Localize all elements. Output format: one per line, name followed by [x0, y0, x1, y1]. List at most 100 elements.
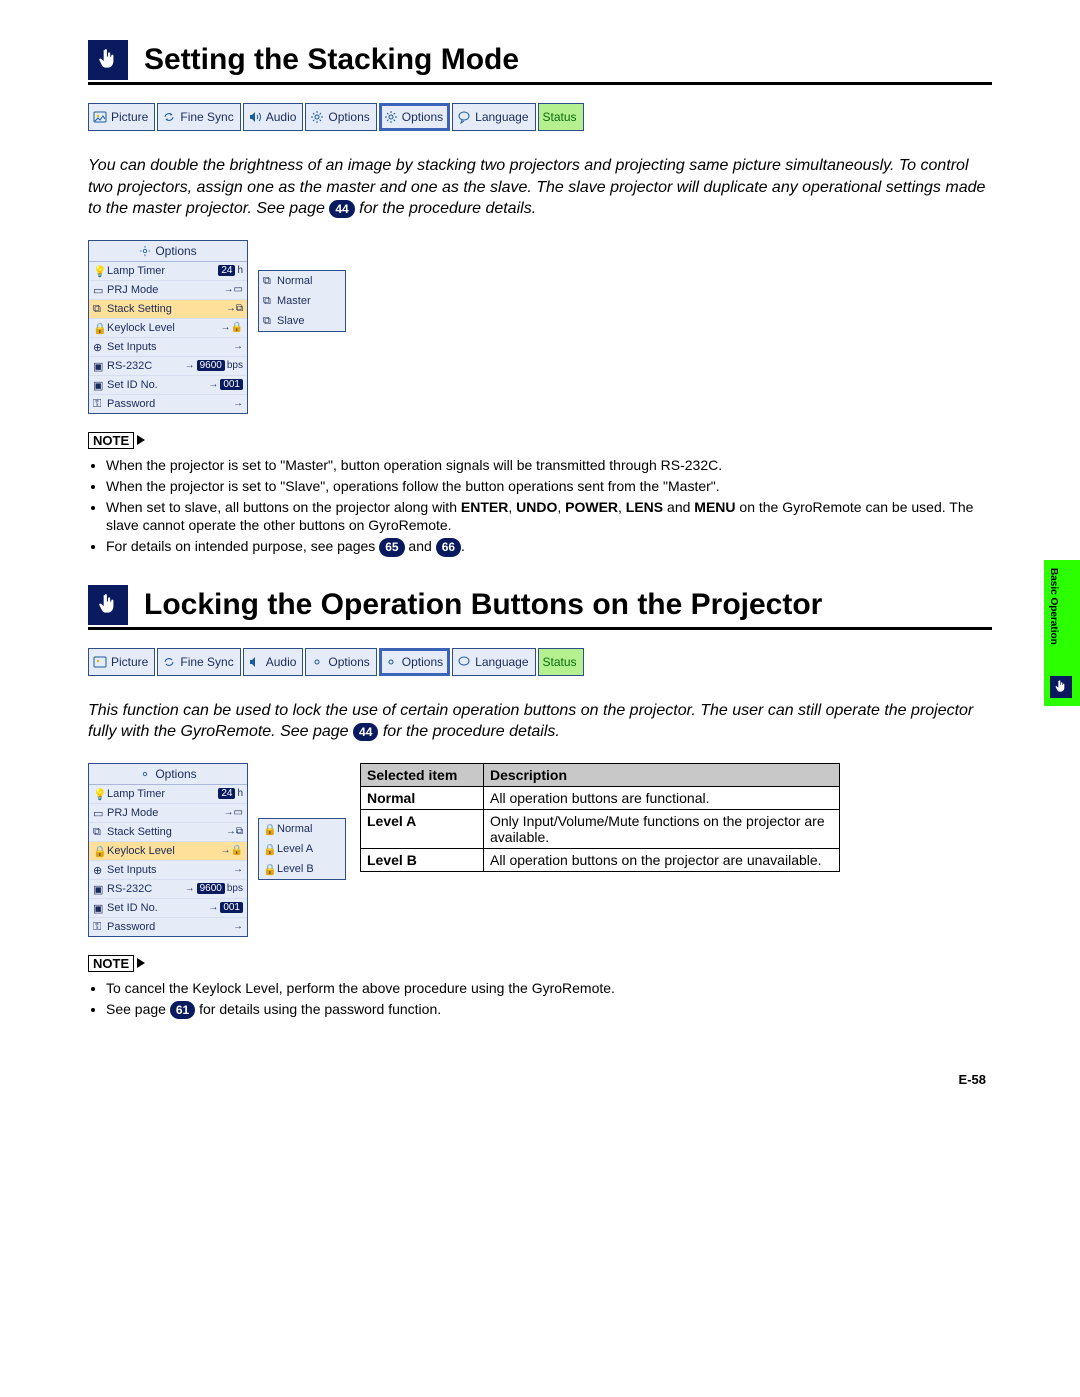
osd-lamp-timer[interactable]: 💡Lamp Timer24h: [89, 262, 247, 281]
menu-audio[interactable]: Audio: [243, 103, 304, 131]
section-2-title: Locking the Operation Buttons on the Pro…: [144, 588, 822, 622]
menu-options1-label: Options: [328, 110, 369, 124]
note-1-1: When the projector is set to "Master", b…: [106, 456, 992, 475]
menu-finesync[interactable]: Fine Sync: [157, 648, 240, 676]
osd-keylock-level[interactable]: 🔒Keylock Level→🔒: [89, 842, 247, 861]
key-icon: ⚿: [93, 398, 105, 410]
osd-rs232c[interactable]: ▣RS-232C→9600bps: [89, 880, 247, 899]
notes-2: To cancel the Keylock Level, perform the…: [88, 979, 992, 1019]
lock-icon: 🔒: [263, 843, 275, 855]
osd-options-title: Options: [89, 241, 247, 262]
table-header-desc: Description: [484, 763, 840, 786]
osd-sub-level-b[interactable]: 🔒Level B: [259, 859, 345, 879]
menu-picture[interactable]: Picture: [88, 103, 155, 131]
menu-status[interactable]: Status: [538, 103, 584, 131]
note-2-2: See page 61 for details using the passwo…: [106, 1000, 992, 1019]
osd-set-id[interactable]: ▣Set ID No.→001: [89, 376, 247, 395]
menu-options2-label: Options: [402, 110, 443, 124]
table-header-item: Selected item: [361, 763, 484, 786]
osd-stack-submenu: ⧉Normal ⧉Master ⧉Slave: [258, 270, 346, 332]
inputs-icon: ⊕: [93, 341, 105, 353]
osd-keylock-submenu: 🔒Normal 🔒Level A 🔒Level B: [258, 818, 346, 880]
options-icon: [139, 245, 151, 257]
page-ref-44b: 44: [353, 723, 378, 741]
hand-pointer-icon: [88, 585, 128, 625]
osd-sub-level-a[interactable]: 🔒Level A: [259, 839, 345, 859]
osd-stack-setting[interactable]: ⧉Stack Setting→⧉: [89, 300, 247, 319]
projector-icon: ▭: [93, 807, 105, 819]
menu-language[interactable]: Language: [452, 648, 535, 676]
osd-sub-normal[interactable]: ⧉Normal: [259, 271, 345, 291]
osd-rs232c[interactable]: ▣RS-232C→9600bps: [89, 357, 247, 376]
sync-icon: [162, 655, 176, 669]
side-tab-label: Basic Operation: [1044, 560, 1063, 653]
projector-icon: ▭: [93, 284, 105, 296]
stack-icon: ⧉: [263, 295, 275, 307]
osd-stack-setting[interactable]: ⧉Stack Setting→⧉: [89, 823, 247, 842]
keylock-description-table: Selected item Description Normal All ope…: [360, 763, 840, 872]
menu-audio-label: Audio: [266, 110, 297, 124]
table-row: Normal All operation buttons are functio…: [361, 786, 840, 809]
section-2-intro: This function can be used to lock the us…: [88, 700, 992, 743]
table-row: Level B All operation buttons on the pro…: [361, 848, 840, 871]
language-icon: [457, 110, 471, 124]
menu-options-1[interactable]: Options: [305, 103, 376, 131]
port-icon: ▣: [93, 360, 105, 372]
note-1-2: When the projector is set to "Slave", op…: [106, 477, 992, 496]
id-icon: ▣: [93, 902, 105, 914]
osd-lamp-timer[interactable]: 💡Lamp Timer24h: [89, 785, 247, 804]
stack-icon: ⧉: [263, 315, 275, 327]
speaker-icon: [248, 655, 262, 669]
inputs-icon: ⊕: [93, 864, 105, 876]
osd-prj-mode[interactable]: ▭PRJ Mode→▭: [89, 804, 247, 823]
table-row: Level A Only Input/Volume/Mute functions…: [361, 809, 840, 848]
osd-set-id[interactable]: ▣Set ID No.→001: [89, 899, 247, 918]
note-label-2: NOTE: [88, 955, 134, 972]
section-1-heading: Setting the Stacking Mode: [88, 40, 992, 85]
osd-options-window-2: Options 💡Lamp Timer24h ▭PRJ Mode→▭ ⧉Stac…: [88, 763, 248, 937]
menu-options-2-selected[interactable]: Options: [379, 648, 450, 676]
osd-set-inputs[interactable]: ⊕Set Inputs→: [89, 861, 247, 880]
osd-prj-mode[interactable]: ▭PRJ Mode→▭: [89, 281, 247, 300]
page-ref-65: 65: [379, 538, 404, 556]
options-icon: [310, 655, 324, 669]
section-2-heading: Locking the Operation Buttons on the Pro…: [88, 585, 992, 630]
note-1-4: For details on intended purpose, see pag…: [106, 537, 992, 556]
menu-finesync[interactable]: Fine Sync: [157, 103, 240, 131]
osd-options-window: Options 💡Lamp Timer24h ▭PRJ Mode→▭ ⧉Stac…: [88, 240, 248, 414]
note-label-1: NOTE: [88, 432, 134, 449]
lamp-icon: 💡: [93, 788, 105, 800]
osd-options-title-2: Options: [89, 764, 247, 785]
osd-sub-normal[interactable]: 🔒Normal: [259, 819, 345, 839]
key-icon: ⚿: [93, 921, 105, 933]
speaker-icon: [248, 110, 262, 124]
sync-icon: [162, 110, 176, 124]
hand-pointer-icon: [88, 40, 128, 80]
lamp-icon: 💡: [93, 265, 105, 277]
menu-options-2-selected[interactable]: Options: [379, 103, 450, 131]
menu-finesync-label: Fine Sync: [180, 110, 233, 124]
osd-set-inputs[interactable]: ⊕Set Inputs→: [89, 338, 247, 357]
id-icon: ▣: [93, 379, 105, 391]
port-icon: ▣: [93, 883, 105, 895]
menu-language[interactable]: Language: [452, 103, 535, 131]
osd-sub-master[interactable]: ⧉Master: [259, 291, 345, 311]
osd-keylock-level[interactable]: 🔒Keylock Level→🔒: [89, 319, 247, 338]
osd-sub-slave[interactable]: ⧉Slave: [259, 311, 345, 331]
options-icon: [384, 110, 398, 124]
menu-language-label: Language: [475, 110, 528, 124]
osd-password[interactable]: ⚿Password→: [89, 918, 247, 936]
menu-options-1[interactable]: Options: [305, 648, 376, 676]
hand-pointer-icon: [1050, 676, 1072, 698]
options-icon: [310, 110, 324, 124]
menu-picture[interactable]: Picture: [88, 648, 155, 676]
osd-password[interactable]: ⚿Password→: [89, 395, 247, 413]
lock-icon: 🔒: [263, 863, 275, 875]
picture-icon: [93, 110, 107, 124]
menu-status[interactable]: Status: [538, 648, 584, 676]
page-ref-44: 44: [329, 200, 354, 218]
osd-screenshot-1: Options 💡Lamp Timer24h ▭PRJ Mode→▭ ⧉Stac…: [88, 240, 992, 414]
stack-icon: ⧉: [263, 275, 275, 287]
menu-status-label: Status: [543, 110, 577, 124]
menu-audio[interactable]: Audio: [243, 648, 304, 676]
